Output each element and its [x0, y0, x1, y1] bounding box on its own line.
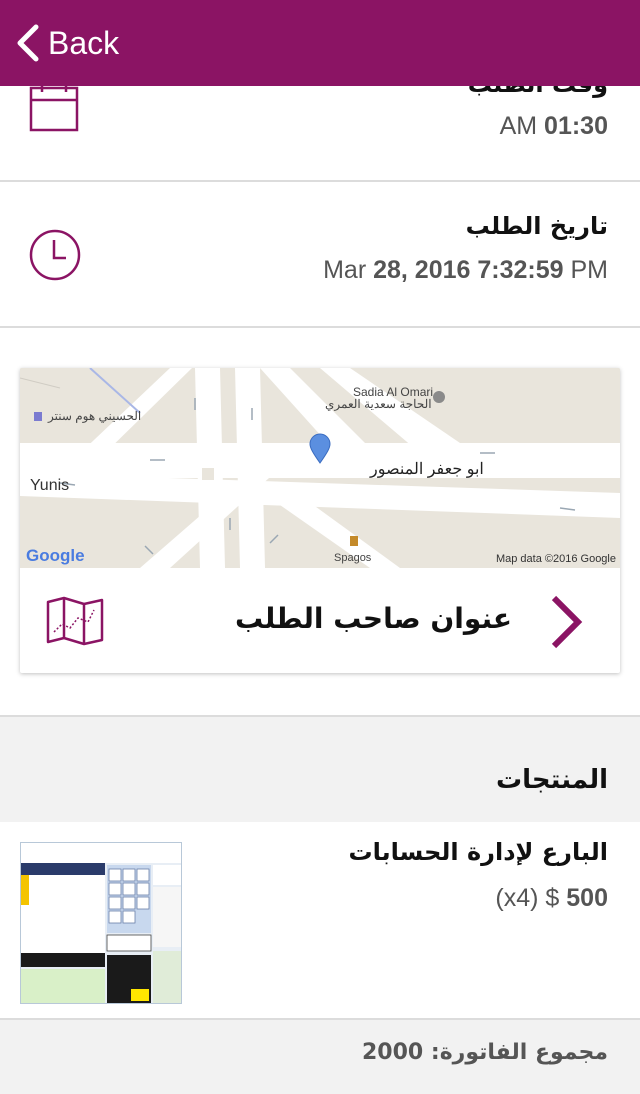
invoice-total: مجموع الفاتورة: 2000: [362, 1040, 608, 1065]
product-currency: $: [545, 884, 560, 912]
chevron-left-icon: [17, 24, 39, 62]
map-spagos-label: Spagos: [334, 552, 372, 564]
invoice-total-label: مجموع الفاتورة:: [430, 1040, 608, 1065]
product-price-value: 500: [566, 884, 608, 912]
map-attribution: Map data ©2016 Google: [495, 553, 616, 565]
product-quantity: (x4): [495, 884, 539, 912]
clock-icon: [28, 228, 82, 286]
invoice-total-row: مجموع الفاتورة: 2000: [0, 1020, 640, 1094]
chevron-right-icon: [548, 594, 584, 654]
customer-address-label: عنوان صاحب الطلب: [235, 602, 512, 635]
order-date-title: تاريخ الطلب: [465, 212, 608, 240]
map-street-label: ابو جعفر المنصور: [370, 461, 484, 478]
map-yunis-label: Yunis: [30, 477, 70, 494]
order-time-clock: 01:30: [544, 112, 608, 140]
top-bar: Back: [0, 0, 640, 86]
order-date-period: PM: [570, 256, 609, 284]
order-date-value: Mar 28, 2016 7:32:59 PM: [323, 256, 608, 285]
product-thumbnail: [20, 842, 182, 1004]
back-button[interactable]: Back: [14, 23, 119, 63]
back-label: Back: [48, 24, 120, 61]
map-pin-letter: S: [324, 457, 333, 472]
map-view[interactable]: S Sadia Al Omari الحاجة سعدية العمري الح…: [20, 368, 620, 568]
google-logo: Google: [26, 546, 85, 565]
address-card: S Sadia Al Omari الحاجة سعدية العمري الح…: [20, 368, 620, 673]
map-place-arabic: الحاجة سعدية العمري: [325, 397, 432, 411]
order-time-value: AM 01:30: [500, 112, 608, 141]
product-item[interactable]: البارع لإدارة الحسابات (x4) $ 500: [0, 822, 640, 1020]
order-date-row: تاريخ الطلب Mar 28, 2016 7:32:59 PM: [0, 182, 640, 328]
products-title: المنتجات: [496, 765, 608, 795]
folded-map-icon: [46, 596, 104, 650]
order-time-period: AM: [499, 112, 538, 140]
invoice-total-value: 2000: [361, 1040, 424, 1065]
product-price: (x4) $ 500: [495, 884, 608, 913]
calendar-icon: [28, 84, 80, 140]
product-name: البارع لإدارة الحسابات: [348, 838, 608, 866]
products-section-header: المنتجات: [0, 715, 640, 824]
order-date-main: 28, 2016 7:32:59: [373, 256, 564, 284]
map-home-center: الحسيني هوم سنتر: [48, 409, 142, 423]
customer-address-button[interactable]: عنوان صاحب الطلب: [20, 568, 620, 673]
order-date-month: Mar: [323, 256, 367, 284]
